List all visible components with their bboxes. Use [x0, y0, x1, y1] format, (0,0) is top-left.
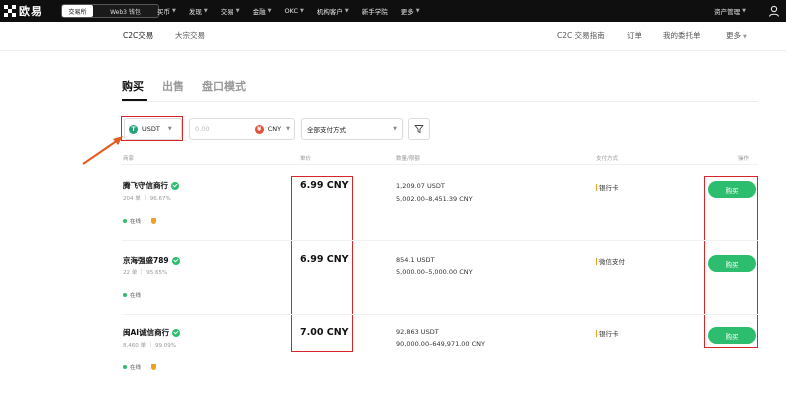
row-divider — [122, 314, 758, 315]
chevron-down-icon: ▼ — [344, 8, 349, 14]
unit-price: 6.99 CNY — [300, 180, 349, 191]
user-icon[interactable] — [767, 4, 781, 18]
verified-icon — [172, 328, 181, 337]
merchant-name[interactable]: 闽AI诚信商行 — [123, 327, 181, 338]
menu-item-okc[interactable]: OKC ▼ — [284, 7, 303, 15]
merchant-name[interactable]: 腾飞守信商行 — [123, 180, 179, 191]
cny-icon: ¥ — [254, 124, 264, 134]
web3-wallet-tab[interactable]: Web3 钱包 — [93, 5, 158, 17]
fiat-select[interactable]: ¥ CNY ▼ — [254, 124, 294, 134]
menu-item-discover[interactable]: 发现 ▼ — [189, 6, 208, 16]
exchange-tab[interactable]: 交易所 — [62, 5, 93, 17]
merchant-stats: 8,460 单 ｜ 99.09% — [123, 343, 176, 349]
verified-icon — [171, 256, 180, 265]
chevron-down-icon: ▼ — [393, 126, 397, 132]
chevron-down-icon: ▼ — [235, 8, 240, 14]
header-divider — [122, 164, 758, 165]
more-menu[interactable]: 更多 ▼ — [726, 30, 747, 41]
chevron-down-icon: ▼ — [286, 126, 290, 132]
online-status: 在线 — [123, 217, 157, 225]
chevron-down-icon: ▼ — [742, 8, 746, 14]
payment-method: 银行卡 — [596, 182, 619, 192]
payment-method: 银行卡 — [596, 328, 619, 338]
chevron-down-icon: ▼ — [415, 8, 420, 14]
top-nav: 欧易 交易所 Web3 钱包 买币 ▼ 发现 ▼ 交易 ▼ 金融 ▼ OKC ▼ 机构客户… — [0, 0, 786, 22]
verified-icon — [171, 181, 179, 190]
tab-buy[interactable]: 购买 — [122, 78, 144, 94]
amount-placeholder: 0.00 — [195, 125, 210, 133]
online-dot-icon — [123, 219, 127, 223]
payment-marker — [596, 329, 597, 337]
tabs-divider — [122, 101, 758, 102]
brand-name: 欧易 — [19, 5, 43, 18]
payment-marker — [596, 257, 597, 265]
buy-button[interactable]: 购买 — [708, 255, 756, 272]
payment-marker — [596, 183, 597, 191]
tab-orderbook-mode[interactable]: 盘口模式 — [202, 78, 246, 94]
sub-nav: C2C交易 大宗交易 C2C 交易指南 订单 我的委托单 更多 ▼ — [0, 22, 786, 51]
header-payment: 支付方式 — [596, 156, 619, 162]
product-switcher: 交易所 Web3 钱包 — [61, 4, 159, 18]
payment-method: 微信支付 — [596, 256, 625, 266]
online-status: 在线 — [123, 291, 141, 299]
coin-highlight-box — [121, 116, 183, 141]
row-divider — [122, 240, 758, 241]
annotation-arrow-icon — [82, 136, 123, 165]
menu-item-more[interactable]: 更多 ▼ — [401, 6, 420, 16]
menu-item-trade[interactable]: 交易 ▼ — [221, 6, 240, 16]
chevron-down-icon: ▼ — [203, 8, 208, 14]
header-quantity: 数量/限额 — [396, 156, 420, 162]
main-menu: 买币 ▼ 发现 ▼ 交易 ▼ 金融 ▼ OKC ▼ 机构客户 ▼ 新手学院 更多 ▼ — [157, 0, 433, 22]
menu-item-buy-crypto[interactable]: 买币 ▼ — [157, 6, 176, 16]
merchant-stats: 204 单 ｜ 96.67% — [123, 196, 171, 202]
online-status: 在线 — [123, 363, 157, 371]
online-dot-icon — [123, 365, 127, 369]
orders-link[interactable]: 订单 — [627, 30, 642, 41]
buy-button[interactable]: 购买 — [708, 327, 756, 344]
header-price: 单价 — [300, 156, 312, 162]
header-action: 操作 — [738, 156, 750, 162]
unit-price: 6.99 CNY — [300, 254, 349, 265]
brand-logo[interactable]: 欧易 — [4, 3, 52, 19]
tab-sell[interactable]: 出售 — [162, 78, 184, 94]
menu-item-academy[interactable]: 新手学院 — [362, 6, 388, 16]
assets-menu[interactable]: 资产管理 ▼ — [714, 0, 746, 22]
available-quantity: 1,209.07 USDT — [396, 182, 445, 190]
amount-input[interactable]: 0.00 ¥ CNY ▼ — [189, 118, 295, 140]
available-quantity: 92,863 USDT — [396, 328, 439, 336]
order-limit: 90,000.00–649,971.00 CNY — [396, 340, 485, 348]
buy-button[interactable]: 购买 — [708, 181, 756, 198]
menu-item-finance[interactable]: 金融 ▼ — [253, 6, 272, 16]
filter-icon — [414, 125, 424, 133]
merchant-stats: 22 单 ｜ 95.65% — [123, 270, 168, 276]
available-quantity: 854.1 USDT — [396, 256, 435, 264]
c2c-trade-link[interactable]: C2C交易 — [123, 30, 153, 41]
order-limit: 5,002.00–8,451.39 CNY — [396, 195, 473, 203]
chevron-down-icon: ▼ — [743, 34, 747, 40]
merchant-name[interactable]: 京海强盛789 — [123, 255, 180, 266]
order-limit: 5,000.00–5,000.00 CNY — [396, 268, 473, 276]
my-ads-link[interactable]: 我的委托单 — [663, 30, 701, 41]
chevron-down-icon: ▼ — [172, 8, 176, 14]
header-merchant: 商家 — [123, 156, 135, 162]
bulk-trade-link[interactable]: 大宗交易 — [175, 30, 205, 41]
filter-button[interactable] — [408, 118, 430, 140]
chevron-down-icon: ▼ — [300, 8, 304, 14]
unit-price: 7.00 CNY — [300, 327, 349, 338]
payment-method-select[interactable]: 全部支付方式 ▼ — [301, 118, 403, 140]
menu-item-institutional[interactable]: 机构客户 ▼ — [317, 6, 349, 16]
online-dot-icon — [123, 293, 127, 297]
shield-icon — [151, 364, 157, 370]
c2c-guide-link[interactable]: C2C 交易指南 — [557, 30, 605, 41]
shield-icon — [151, 218, 157, 224]
okx-logo-icon — [4, 5, 16, 17]
chevron-down-icon: ▼ — [267, 8, 272, 14]
